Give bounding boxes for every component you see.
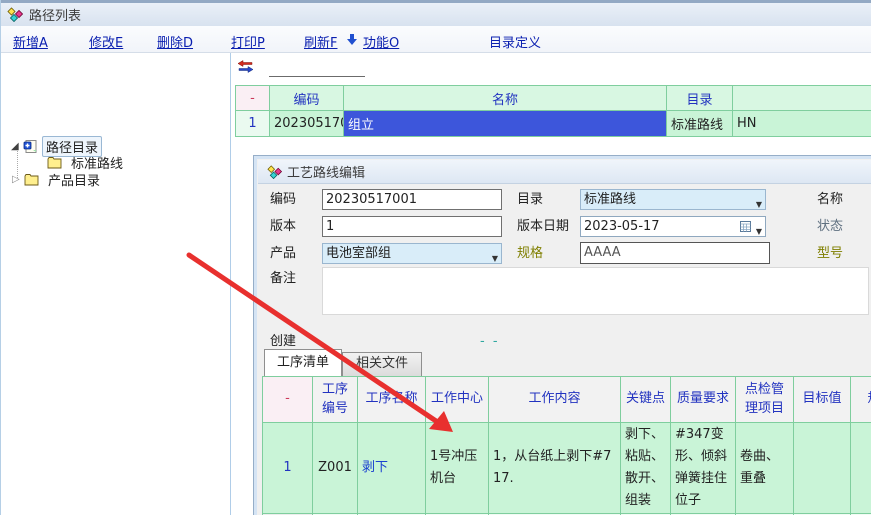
print-button[interactable]: 打印P xyxy=(231,32,265,51)
routes-row-code[interactable]: 20230517001 xyxy=(270,111,344,137)
process-row-inspection[interactable]: 卷曲、重叠 xyxy=(736,423,794,514)
process-header-work-center[interactable]: 工作中心 xyxy=(426,377,489,423)
routes-header-extra[interactable] xyxy=(733,86,871,111)
status-label: 状态 xyxy=(817,216,843,237)
name-label: 名称 xyxy=(817,189,843,210)
product-select[interactable]: 电池室部组 ▼ xyxy=(322,243,502,264)
routes-row-num[interactable]: 1 xyxy=(236,111,270,137)
folder-icon xyxy=(47,157,62,169)
process-header-op-name[interactable]: 工序名称 xyxy=(358,377,426,423)
dialog-title: 工艺路线编辑 xyxy=(287,162,365,181)
document-plus-icon xyxy=(23,139,38,154)
edit-button[interactable]: 修改E xyxy=(89,32,123,51)
expander-open-icon[interactable]: ◢ xyxy=(11,141,23,152)
process-row-1[interactable]: 1 Z001 剥下 1号冲压机台 1，从台纸上剥下#717. 剥下、粘贴、散开、… xyxy=(263,423,871,514)
chevron-down-icon[interactable]: ▼ xyxy=(756,222,762,237)
tree-label-product-directory[interactable]: 产品目录 xyxy=(45,170,103,189)
remark-textarea[interactable] xyxy=(322,267,869,315)
dialog-titlebar: 工艺路线编辑 xyxy=(258,160,871,184)
tab-related-files[interactable]: 相关文件 xyxy=(342,352,422,376)
calendar-icon[interactable] xyxy=(740,221,751,232)
process-table: - 工序编号 工序名称 工作中心 工作内容 关键点 质量要求 点检管理项目 目标… xyxy=(262,376,871,515)
swap-arrows-icon[interactable] xyxy=(237,60,254,73)
process-header-row: - 工序编号 工序名称 工作中心 工作内容 关键点 质量要求 点检管理项目 目标… xyxy=(263,377,871,423)
routes-row[interactable]: 1 20230517001 组立 标准路线 HN xyxy=(236,111,871,137)
app-icon xyxy=(7,7,23,22)
product-label: 产品 xyxy=(270,243,296,264)
add-button[interactable]: 新增A xyxy=(13,32,48,51)
routes-row-name-selected[interactable]: 组立 xyxy=(344,111,667,137)
process-row-work-content[interactable]: 1，从台纸上剥下#717. xyxy=(489,423,621,514)
chevron-down-icon[interactable]: ▼ xyxy=(492,249,498,264)
routes-row-extra[interactable]: HN xyxy=(733,111,871,137)
code-label: 编码 xyxy=(270,189,296,210)
folder-icon xyxy=(24,174,39,186)
process-row-op-name-link[interactable]: 剥下 xyxy=(358,423,426,514)
routes-table: - 编码 名称 目录 1 20230517001 组立 标准路线 HN xyxy=(235,85,871,137)
window-titlebar: 路径列表 xyxy=(1,0,871,26)
dialog-icon xyxy=(267,165,282,179)
delete-button[interactable]: 删除D xyxy=(157,32,193,51)
directory-label: 目录 xyxy=(517,189,543,210)
version-input[interactable]: 1 xyxy=(322,216,502,237)
routes-header-dash[interactable]: - xyxy=(236,86,270,111)
process-header-target[interactable]: 目标值 xyxy=(794,377,851,423)
process-row-spec[interactable] xyxy=(851,423,871,514)
process-row-work-center[interactable]: 1号冲压机台 xyxy=(426,423,489,514)
spec-label: 规格 xyxy=(517,243,543,264)
code-input[interactable]: 20230517001 xyxy=(322,189,502,210)
process-row-target[interactable] xyxy=(794,423,851,514)
refresh-button[interactable]: 刷新F xyxy=(304,32,337,51)
window-title: 路径列表 xyxy=(29,5,81,24)
function-button[interactable]: 功能O xyxy=(363,32,399,51)
process-row-quality[interactable]: #347变形、倾斜弹簧挂住位子 xyxy=(671,423,736,514)
chevron-down-icon[interactable]: ▼ xyxy=(756,195,762,210)
directory-tree-panel: ◢ 路径目录 标准路线 ▷ xyxy=(1,53,231,515)
model-label: 型号 xyxy=(817,243,843,264)
process-header-key-points[interactable]: 关键点 xyxy=(621,377,671,423)
process-header-op-no[interactable]: 工序编号 xyxy=(313,377,358,423)
process-header-work-content[interactable]: 工作内容 xyxy=(489,377,621,423)
tree-item-product-directory[interactable]: ▷ 产品目录 xyxy=(12,171,103,188)
spec-input[interactable]: AAAA xyxy=(580,242,770,264)
app-window: 路径列表 新增A 修改E 删除D 打印P 刷新F 功能O 目录定义 ◢ 路 xyxy=(0,0,871,515)
process-header-dash[interactable]: - xyxy=(263,377,313,423)
created-value: - - xyxy=(480,331,500,352)
expander-closed-icon[interactable]: ▷ xyxy=(12,174,24,185)
process-row-key-points[interactable]: 剥下、粘贴、散开、组装 xyxy=(621,423,671,514)
directory-select[interactable]: 标准路线 ▼ xyxy=(580,189,766,210)
routes-header-code[interactable]: 编码 xyxy=(270,86,344,111)
routes-header-name[interactable]: 名称 xyxy=(344,86,667,111)
process-row-op-no[interactable]: Z001 xyxy=(313,423,358,514)
filter-field[interactable] xyxy=(269,62,365,77)
routes-header-dir[interactable]: 目录 xyxy=(667,86,733,111)
process-header-spec[interactable]: 规格 xyxy=(851,377,871,423)
version-date-label: 版本日期 xyxy=(517,216,569,237)
dir-define-button[interactable]: 目录定义 xyxy=(489,32,541,51)
version-date-picker[interactable]: 2023-05-17 ▼ xyxy=(580,216,766,237)
version-label: 版本 xyxy=(270,216,296,237)
process-route-edit-dialog: 工艺路线编辑 编码 20230517001 目录 标准路线 ▼ 名称 版本 1 … xyxy=(253,155,871,515)
toolbar: 新增A 修改E 删除D 打印P 刷新F 功能O 目录定义 xyxy=(1,26,871,53)
down-arrow-icon xyxy=(346,34,358,46)
process-row-num[interactable]: 1 xyxy=(263,423,313,514)
tree-item-standard-route[interactable]: 标准路线 xyxy=(47,154,126,171)
routes-row-dir[interactable]: 标准路线 xyxy=(667,111,733,137)
routes-header-row: - 编码 名称 目录 xyxy=(236,86,871,111)
process-header-quality[interactable]: 质量要求 xyxy=(671,377,736,423)
process-header-inspection[interactable]: 点检管理项目 xyxy=(736,377,794,423)
tab-process-list[interactable]: 工序清单 xyxy=(264,349,342,376)
remark-label: 备注 xyxy=(270,268,296,289)
